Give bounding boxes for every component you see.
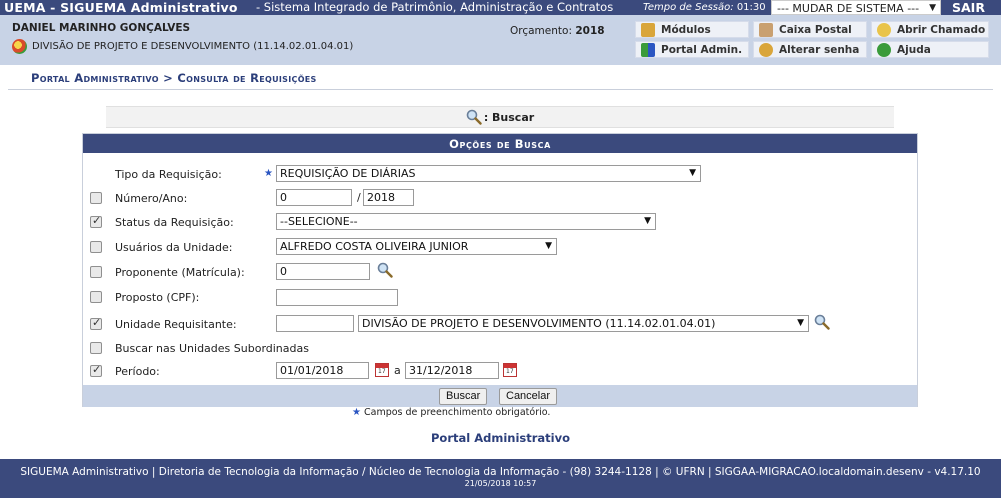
unit-switch-icon[interactable] [12, 39, 27, 54]
tipo-select[interactable]: REQUISIÇÃO DE DIÁRIAS ▼ [276, 165, 701, 182]
proponente-label: Proponente (Matrícula): [115, 266, 245, 279]
panel-title: Opções de Busca [83, 134, 917, 153]
proposto-checkbox[interactable] [90, 291, 102, 303]
proposto-label: Proposto (CPF): [115, 291, 200, 304]
number-input[interactable]: 0 [276, 189, 352, 206]
status-label: Status da Requisição: [115, 216, 234, 229]
system-subtitle: - Sistema Integrado de Patrimônio, Admin… [256, 0, 614, 14]
numero-label: Número/Ano: [115, 192, 188, 205]
arrows-icon [641, 42, 655, 57]
system-name: UEMA - SIGUEMA Administrativo [4, 0, 238, 15]
period-separator: a [394, 364, 401, 377]
periodo-label: Período: [115, 365, 160, 378]
chevron-down-icon: ▼ [797, 318, 804, 328]
required-note: ★ Campos de preenchimento obrigatório. [352, 407, 551, 418]
chevron-down-icon: ▼ [689, 168, 696, 178]
row-status: Status da Requisição: --SELECIONE--▼ [83, 211, 917, 233]
divider [8, 89, 993, 90]
cancel-button[interactable]: Cancelar [499, 388, 558, 405]
budget-year: Orçamento: 2018 [510, 25, 605, 37]
cube-icon [641, 22, 655, 37]
user-unit[interactable]: DIVISÃO DE PROJETO E DESENVOLVIMENTO (11… [12, 39, 353, 54]
system-switch-select[interactable]: --- MUDAR DE SISTEMA --- ▼ [771, 0, 941, 15]
numero-checkbox[interactable] [90, 192, 102, 204]
usuarios-checkbox[interactable] [90, 241, 102, 253]
unidade-checkbox[interactable] [90, 316, 102, 330]
subordinadas-label: Buscar nas Unidades Subordinadas [115, 342, 309, 355]
session-timer: Tempo de Sessão: 01:30 [643, 2, 766, 13]
row-proposto: Proposto (CPF): [83, 286, 917, 308]
search-button[interactable]: Buscar [439, 388, 488, 405]
slash-separator: / [357, 191, 361, 204]
unidade-select[interactable]: DIVISÃO DE PROJETO E DESENVOLVIMENTO (11… [358, 315, 809, 332]
cpf-input[interactable] [276, 289, 398, 306]
row-numero: Número/Ano: 0 / 2018 [83, 187, 917, 209]
user-name: DANIEL MARINHO GONÇALVES [12, 22, 191, 34]
proponente-checkbox[interactable] [90, 266, 102, 278]
status-checkbox[interactable] [90, 214, 102, 228]
year-input[interactable]: 2018 [363, 189, 414, 206]
row-unidade: Unidade Requisitante: DIVISÃO DE PROJETO… [83, 313, 917, 335]
help-button[interactable]: Ajuda [871, 41, 989, 58]
logout-link[interactable]: SAIR [952, 0, 985, 15]
user-unit-label: DIVISÃO DE PROJETO E DESENVOLVIMENTO (11… [32, 41, 354, 52]
footer-timestamp: 21/05/2018 10:57 [464, 479, 537, 488]
search-icon [466, 109, 482, 125]
unidade-label: Unidade Requisitante: [115, 318, 237, 331]
row-proponente: Proponente (Matrícula): 0 [83, 261, 917, 283]
search-header: : Buscar [106, 106, 894, 128]
required-star-icon: ★ [352, 407, 361, 418]
top-bar: UEMA - SIGUEMA Administrativo - Sistema … [0, 0, 1001, 15]
user-key-icon [759, 42, 773, 57]
search-icon[interactable] [377, 262, 393, 278]
row-usuarios: Usuários da Unidade: ALFREDO COSTA OLIVE… [83, 236, 917, 258]
required-star-icon: ★ [264, 168, 273, 179]
calendar-icon[interactable] [503, 363, 517, 377]
bell-icon [877, 22, 891, 37]
admin-portal-button[interactable]: Portal Admin. [635, 41, 749, 58]
modules-button[interactable]: Módulos [635, 21, 749, 38]
user-header: DANIEL MARINHO GONÇALVES DIVISÃO DE PROJ… [0, 15, 1001, 65]
subordinadas-checkbox[interactable] [90, 342, 102, 354]
chevron-down-icon: ▼ [929, 3, 936, 13]
start-date-input[interactable]: 01/01/2018 [276, 362, 369, 379]
periodo-checkbox[interactable] [90, 363, 102, 377]
tipo-label: Tipo da Requisição: [115, 168, 222, 181]
portal-link[interactable]: Portal Administrativo [0, 431, 1001, 445]
usuarios-label: Usuários da Unidade: [115, 241, 233, 254]
status-select[interactable]: --SELECIONE-- ▼ [276, 213, 656, 230]
help-icon [877, 42, 891, 57]
footer-info: SIGUEMA Administrativo | Diretoria de Te… [20, 466, 981, 478]
proponente-input[interactable]: 0 [276, 263, 370, 280]
row-tipo: Tipo da Requisição: ★ REQUISIÇÃO DE DIÁR… [83, 163, 917, 185]
search-icon[interactable] [814, 314, 830, 330]
usuarios-select[interactable]: ALFREDO COSTA OLIVEIRA JUNIOR ▼ [276, 238, 557, 255]
calendar-icon[interactable] [375, 363, 389, 377]
footer: SIGUEMA Administrativo | Diretoria de Te… [0, 459, 1001, 498]
end-date-input[interactable]: 31/12/2018 [405, 362, 499, 379]
chevron-down-icon: ▼ [545, 241, 552, 251]
breadcrumb: Portal Administrativo > Consulta de Requ… [31, 71, 317, 85]
row-periodo: Período: 01/01/2018 a 31/12/2018 [83, 360, 917, 382]
form-actions: Buscar Cancelar [83, 385, 917, 407]
chevron-down-icon: ▼ [644, 216, 651, 226]
open-ticket-button[interactable]: Abrir Chamado [871, 21, 989, 38]
change-password-button[interactable]: Alterar senha [753, 41, 867, 58]
mailbox-icon [759, 22, 773, 37]
mailbox-button[interactable]: Caixa Postal [753, 21, 867, 38]
row-subordinadas: Buscar nas Unidades Subordinadas [83, 337, 917, 359]
search-options-panel: Opções de Busca Tipo da Requisição: ★ RE… [82, 133, 918, 407]
unit-code-input[interactable] [276, 315, 354, 332]
